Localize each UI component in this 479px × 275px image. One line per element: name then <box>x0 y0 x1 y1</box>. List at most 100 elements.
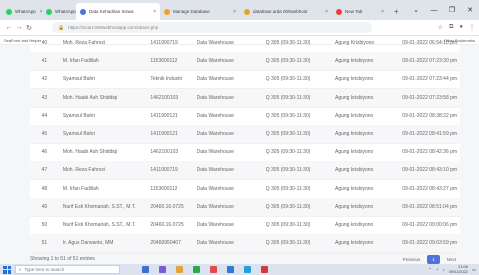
url-text: https://smart-000webhostapp.com/absen.ph… <box>68 25 159 30</box>
browser-tab[interactable]: New Tab × <box>332 3 388 20</box>
table-cell-date: 09-01-2022 08:38:22 pm <box>402 112 458 119</box>
browser-tab[interactable]: database arda 000webhost × <box>240 3 332 20</box>
table-cell-time: Q 305 (09:30-11:30) <box>265 40 311 46</box>
table-cell-by: Agung krisbiyono <box>334 240 374 247</box>
tray-chevron-icon[interactable]: ⌃ <box>428 267 432 273</box>
pinned-app-icon[interactable] <box>244 266 251 273</box>
reload-icon[interactable]: ↻ <box>24 24 34 32</box>
table-cell-name: Moh. Reza Fahrezi <box>62 167 106 174</box>
browser-tab[interactable]: Manage Database × <box>160 3 240 20</box>
profile-icon[interactable]: ● <box>459 24 463 31</box>
url-input[interactable]: 🔒 https://smart-000webhostapp.com/absen.… <box>52 22 372 33</box>
star-icon[interactable]: ☆ <box>438 24 443 31</box>
table-cell-name: Ir. Agus Darwanto, MM <box>62 240 114 247</box>
pinned-app-icon[interactable] <box>227 266 234 273</box>
table-cell-time: Q 305 (09:30-11:30) <box>265 222 311 228</box>
table-cell-date: 09-01-2022 08:43:27 pm <box>402 185 458 192</box>
browser-tab[interactable]: Data Kehadiran Siswa × <box>76 3 160 20</box>
table-cell-no: 44 <box>41 112 48 119</box>
table-cell-by: Agung krisbiyono <box>334 58 374 65</box>
maximize-icon[interactable]: ❐ <box>443 6 461 14</box>
table-cell-no: 43 <box>41 94 48 101</box>
table-row: 45 Syamsul Bahri 1411900121 Data Warehouse Q… <box>30 125 460 144</box>
table-row: 40 Moh. Reza Fahrezi 1411900719 Data Wareho… <box>30 34 460 53</box>
browser-tab-strip: WhatsApp×WhatsApp×Data Kehadiran Siswa×M… <box>0 0 479 20</box>
pinned-app-icon[interactable] <box>261 266 268 273</box>
table-cell-time: Q 305 (09:30-11:30) <box>265 131 311 137</box>
table-cell-by: Agung krisbiyono <box>334 76 374 83</box>
table-cell-dept: Data Warehouse <box>196 40 234 46</box>
taskbar-search-input[interactable]: ⌕ Type here to search <box>15 265 120 274</box>
tab-close-icon[interactable]: × <box>229 9 236 15</box>
table-cell-name: Moh. Reza Fahrezi <box>62 40 106 46</box>
browser-tab[interactable]: WhatsApp× <box>42 3 76 20</box>
table-cell-date: 09-01-2022 08:41:59 pm <box>402 131 458 137</box>
network-icon[interactable]: ◔ <box>436 267 439 272</box>
table-row: 50 Nurif Esti Khomariah, S.ST., M.T. 20460… <box>30 216 460 235</box>
table-cell-nim: 1462100103 <box>150 94 179 101</box>
table-cell-dept: Data Warehouse <box>196 58 234 65</box>
tab-label: WhatsApp <box>55 9 76 14</box>
table-cell-nim: Teknik Industri <box>150 76 183 83</box>
tab-label: Manage Database <box>173 9 210 14</box>
table-cell-no: 49 <box>41 203 48 210</box>
close-icon[interactable]: ✕ <box>461 6 479 14</box>
table-cell-nim: 1462100103 <box>150 149 179 156</box>
attendance-table: 40 Moh. Reza Fahrezi 1411900719 Data Wareho… <box>30 40 460 254</box>
pinned-app-icon[interactable] <box>142 266 149 273</box>
tab-close-icon[interactable]: × <box>377 9 384 15</box>
pinned-app-icon[interactable] <box>159 266 166 273</box>
back-icon[interactable]: ← <box>4 24 14 31</box>
table-cell-no: 45 <box>41 131 48 137</box>
table-cell-no: 47 <box>41 167 48 174</box>
table-cell-nim: 1411900121 <box>150 112 178 119</box>
table-cell-name: M. Irfan Fadillah <box>62 58 99 65</box>
table-cell-name: M. Irfan Fadillah <box>62 185 99 192</box>
volume-icon[interactable]: ♪ <box>442 267 444 272</box>
pinned-app-icon[interactable] <box>193 266 200 273</box>
page-content: 40 Moh. Reza Fahrezi 1411900719 Data Wareho… <box>0 40 479 265</box>
table-row: 44 Syamsul Bahri 1411900121 Data Warehouse Q… <box>30 107 460 126</box>
table-cell-no: 48 <box>41 185 48 192</box>
browser-tab[interactable]: WhatsApp× <box>2 3 42 20</box>
pinned-app-icon[interactable] <box>176 266 183 273</box>
tab-close-icon[interactable]: × <box>321 9 328 15</box>
table-row: 51 Ir. Agus Darwanto, MM 20460950407 Data W… <box>30 234 460 254</box>
table-cell-name: Syamsul Bahri <box>62 131 96 137</box>
table-cell-by: Agung krisbiyono <box>334 131 374 137</box>
minimize-icon[interactable]: — <box>425 7 443 14</box>
search-icon: ⌕ <box>19 267 22 272</box>
tab-close-icon[interactable]: × <box>149 9 156 15</box>
next-button[interactable]: Next <box>443 255 460 264</box>
pinned-app-icon[interactable] <box>210 266 217 273</box>
lock-icon: 🔒 <box>58 24 65 31</box>
tab-label: WhatsApp <box>15 9 36 14</box>
tab-favicon-icon <box>336 8 342 15</box>
table-cell-no: 50 <box>41 222 48 228</box>
extensions-icon[interactable]: ⧉ <box>449 24 453 31</box>
table-cell-nim: 1153600112 <box>150 185 178 192</box>
previous-button[interactable]: Previous <box>399 255 425 264</box>
table-cell-date: 09-01-2022 07:23:30 pm <box>402 58 458 65</box>
table-row: 47 Moh. Reza Fahrezi 1411900719 Data Wareho… <box>30 161 460 181</box>
table-cell-dept: Data Warehouse <box>196 76 234 83</box>
windows-start-icon[interactable] <box>3 265 11 274</box>
table-cell-dept: Data Warehouse <box>196 112 234 119</box>
table-cell-by: Agung krisbiyono <box>334 149 374 156</box>
forward-icon[interactable]: → <box>14 24 24 31</box>
notifications-icon[interactable]: ▭ <box>472 267 476 273</box>
table-row: 48 M. Irfan Fadillah 1153600112 Data Wareho… <box>30 180 460 199</box>
table-row: 42 Syamsul Bahri Teknik Industri Data Wareh… <box>30 70 460 90</box>
table-cell-name: Moh. Haabi Ash Shiddiqi <box>62 94 118 101</box>
page-button-current[interactable]: 1 <box>427 254 440 264</box>
table-cell-by: Agung Krisbiyono <box>334 40 375 46</box>
table-cell-by: Agung krisbiyono <box>334 94 374 101</box>
menu-icon[interactable]: ⋮ <box>469 24 475 31</box>
taskbar: ⌕ Type here to search ⌃ ◔ ♪ 21:06 09/01/… <box>0 264 479 275</box>
clock[interactable]: 21:06 09/01/2022 <box>449 265 468 274</box>
tab-search-icon[interactable]: ⌄ <box>407 6 425 14</box>
table-cell-dept: Data Warehouse <box>196 94 234 101</box>
new-tab-button[interactable]: + <box>388 3 405 20</box>
table-cell-time: Q 305 (09:30-11:30) <box>265 240 311 247</box>
table-cell-nim: 1153600112 <box>150 58 178 65</box>
